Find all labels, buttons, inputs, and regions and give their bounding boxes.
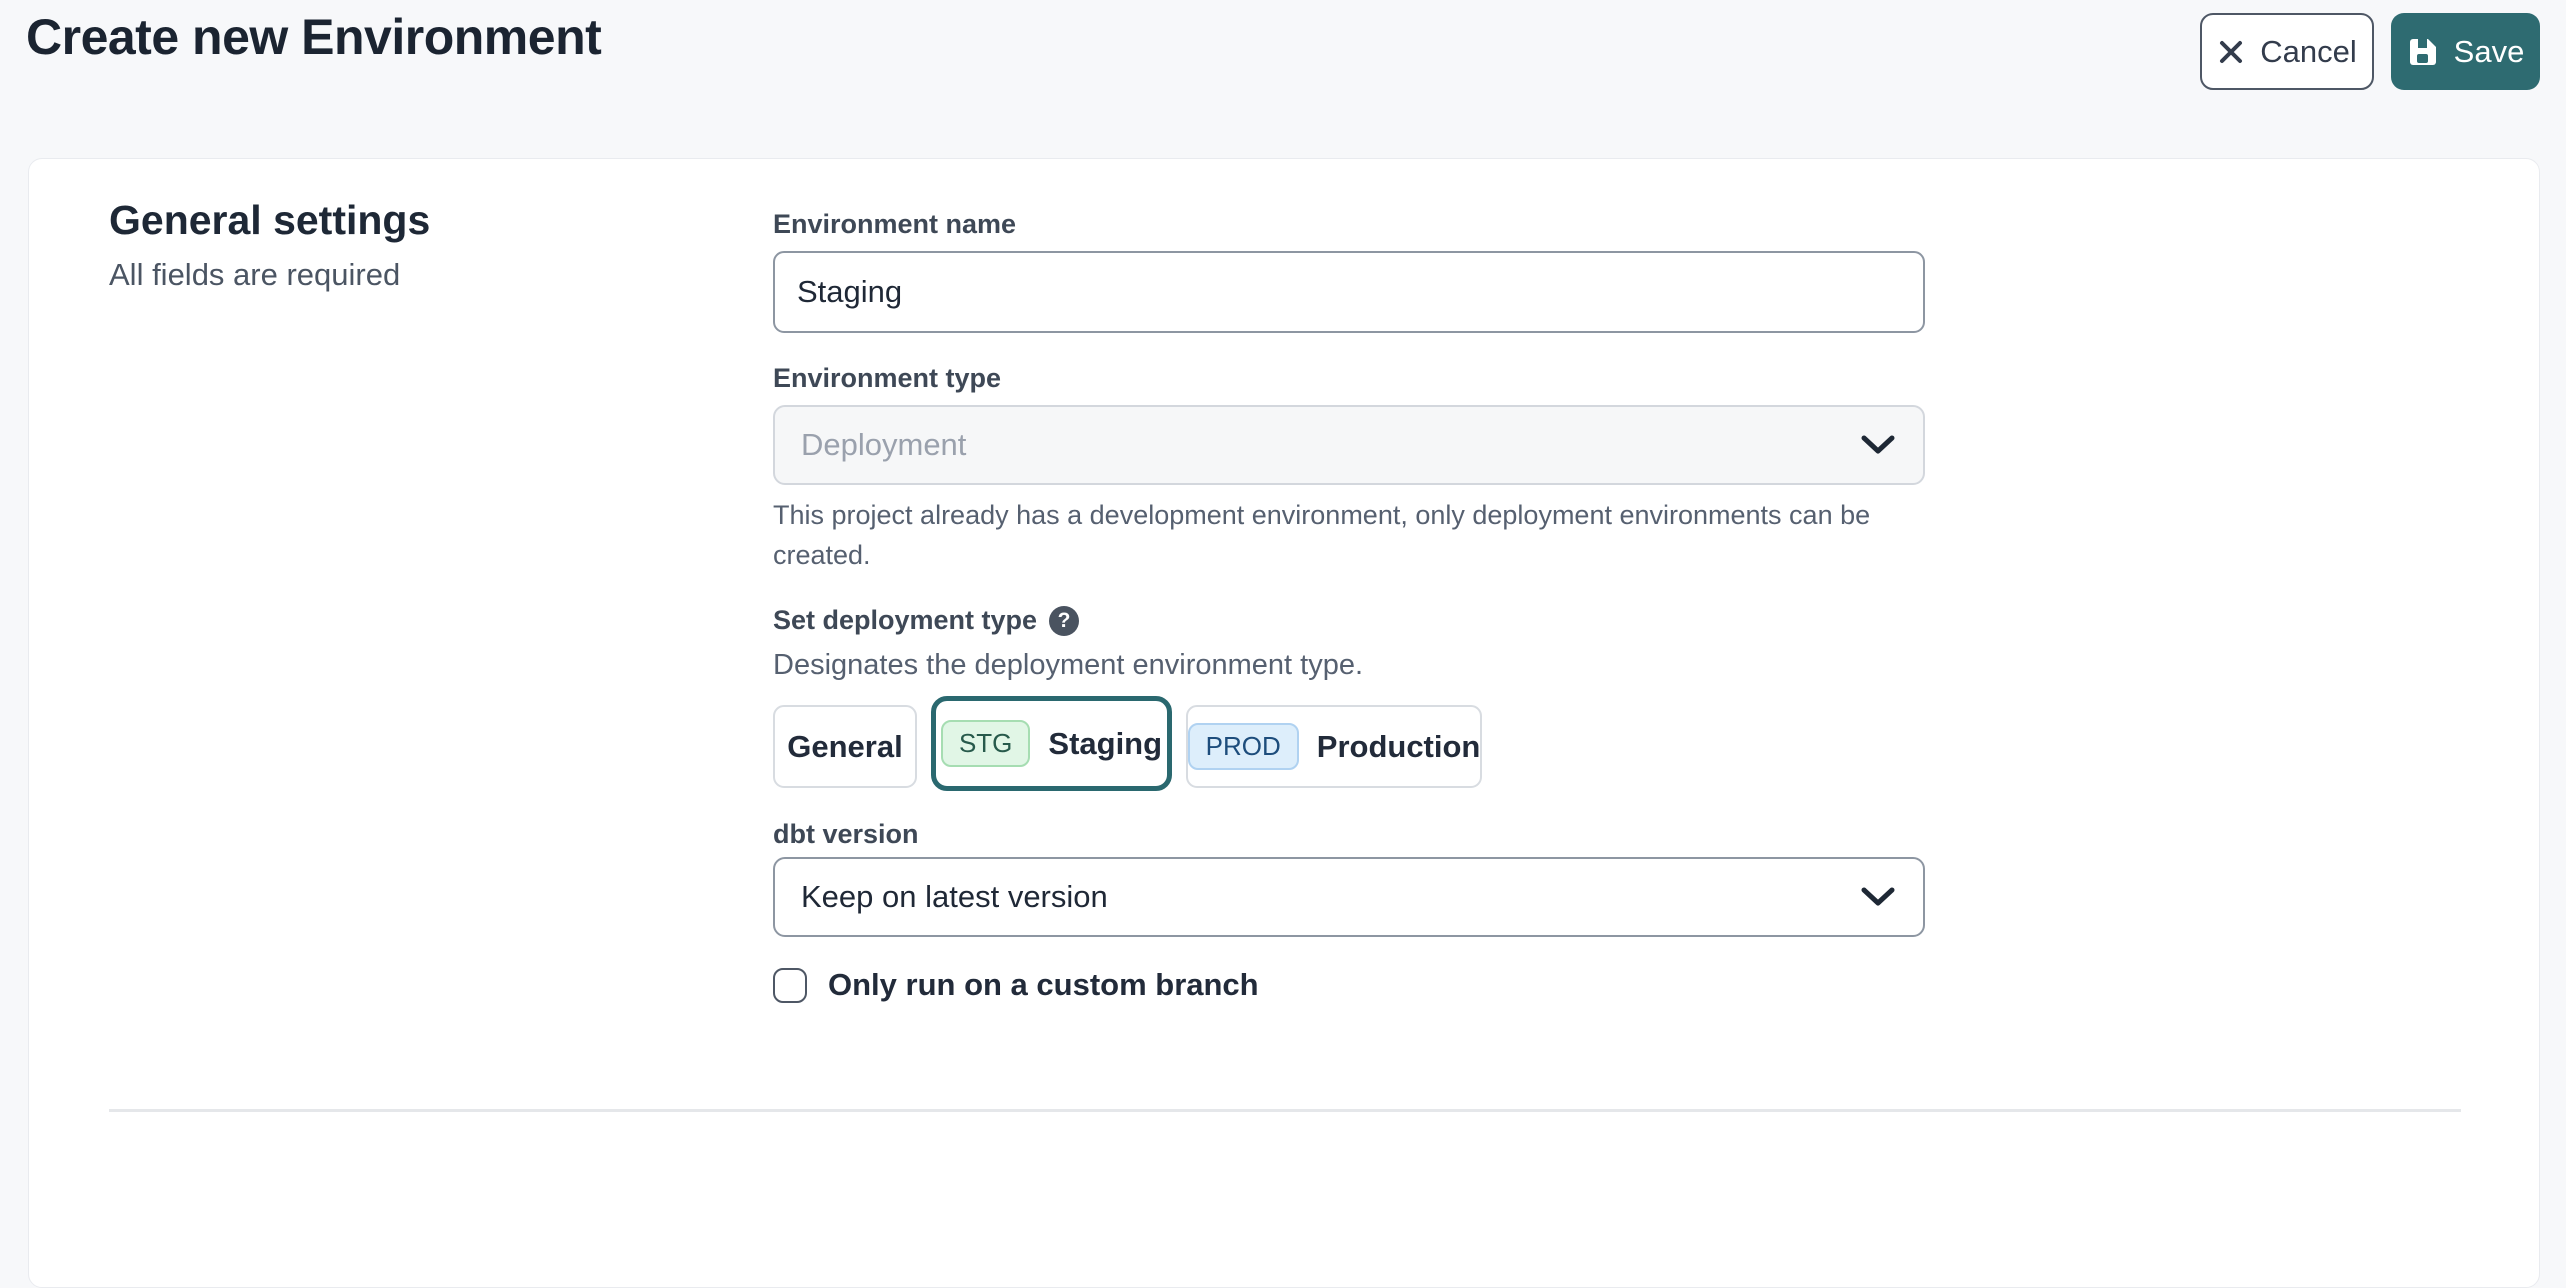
deployment-option-staging-label: Staging <box>1048 726 1162 762</box>
deployment-option-staging[interactable]: STG Staging <box>931 696 1172 791</box>
section-subheading: All fields are required <box>109 257 400 293</box>
chevron-down-icon <box>1859 434 1897 456</box>
deployment-option-production-label: Production <box>1317 729 1481 765</box>
dbt-version-label: dbt version <box>773 819 919 850</box>
environment-name-label: Environment name <box>773 209 1016 240</box>
prod-badge: PROD <box>1188 723 1299 770</box>
custom-branch-checkbox[interactable] <box>773 968 807 1003</box>
custom-branch-row: Only run on a custom branch <box>773 967 1259 1003</box>
environment-name-input[interactable] <box>773 251 1925 333</box>
deployment-type-description: Designates the deployment environment ty… <box>773 649 1363 682</box>
save-button[interactable]: Save <box>2391 13 2540 90</box>
cancel-button[interactable]: Cancel <box>2200 13 2374 90</box>
chevron-down-icon <box>1859 886 1897 908</box>
deployment-option-production[interactable]: PROD Production <box>1186 705 1482 788</box>
deployment-type-label: Set deployment type <box>773 605 1037 636</box>
deployment-type-label-row: Set deployment type ? <box>773 605 1079 636</box>
environment-type-label: Environment type <box>773 363 1001 394</box>
environment-type-select[interactable]: Deployment <box>773 405 1925 485</box>
cancel-button-label: Cancel <box>2260 34 2357 70</box>
environment-type-value: Deployment <box>801 427 1859 463</box>
section-divider <box>109 1109 2461 1112</box>
header-actions: Cancel Save <box>2200 13 2540 90</box>
question-circle-icon[interactable]: ? <box>1049 606 1079 636</box>
settings-card: General settings All fields are required… <box>28 158 2540 1288</box>
section-heading: General settings <box>109 197 430 244</box>
deployment-option-general-label: General <box>787 729 902 765</box>
stg-badge: STG <box>941 720 1030 767</box>
custom-branch-label: Only run on a custom branch <box>828 967 1259 1003</box>
page-title: Create new Environment <box>26 8 601 66</box>
save-button-label: Save <box>2454 34 2525 70</box>
dbt-version-select[interactable]: Keep on latest version <box>773 857 1925 937</box>
x-icon <box>2217 38 2245 66</box>
deployment-option-general[interactable]: General <box>773 705 917 788</box>
environment-type-help: This project already has a development e… <box>773 495 1938 575</box>
dbt-version-value: Keep on latest version <box>801 879 1859 915</box>
floppy-disk-icon <box>2407 36 2439 68</box>
